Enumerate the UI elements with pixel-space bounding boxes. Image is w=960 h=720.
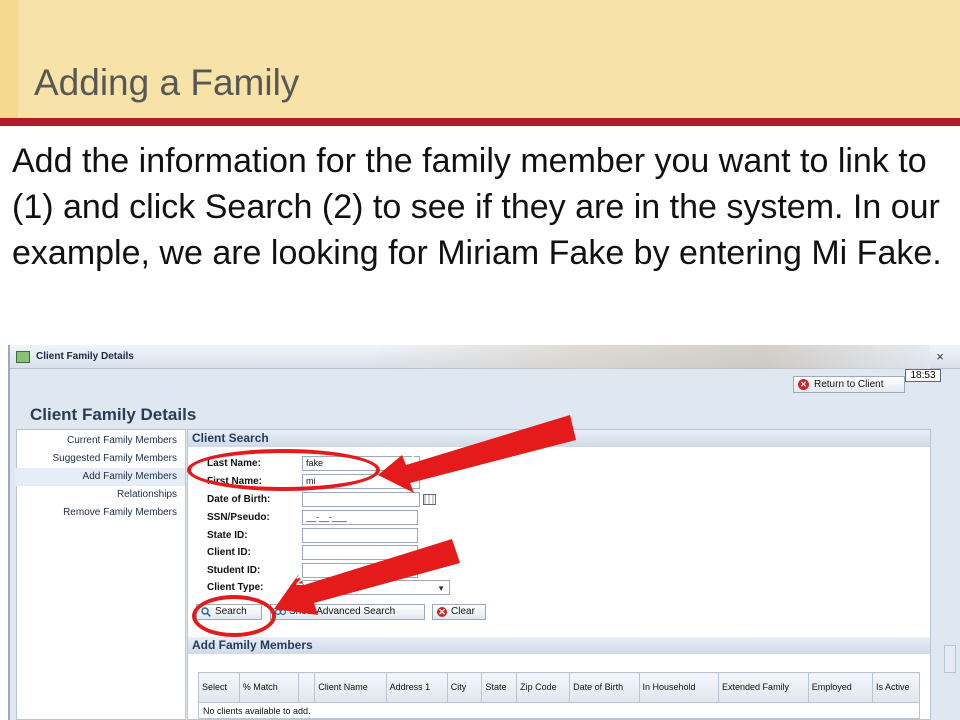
add-family-members-header: Add Family Members bbox=[188, 637, 930, 654]
return-icon: ✕ bbox=[798, 379, 809, 390]
scrollbar-handle[interactable] bbox=[944, 645, 956, 673]
sidebar-item-remove-family-members[interactable]: Remove Family Members bbox=[17, 504, 177, 522]
column-header-in-household[interactable]: In Household bbox=[638, 672, 720, 703]
calendar-icon[interactable] bbox=[423, 494, 436, 505]
state-id-label: State ID: bbox=[207, 530, 248, 541]
column-header-zip-code[interactable]: Zip Code bbox=[516, 672, 571, 703]
column-header-match[interactable]: % Match bbox=[238, 672, 299, 703]
slide-title: Adding a Family bbox=[34, 62, 300, 103]
dob-label: Date of Birth: bbox=[207, 494, 271, 505]
column-header-select[interactable]: Select bbox=[198, 672, 240, 703]
annotation-arrow-2 bbox=[274, 539, 460, 615]
page-heading: Client Family Details bbox=[30, 405, 197, 424]
column-header-blank bbox=[297, 672, 316, 703]
header-accent-strip bbox=[0, 0, 18, 118]
slide-header: Adding a Family bbox=[0, 0, 960, 118]
sidebar-item-relationships[interactable]: Relationships bbox=[17, 486, 177, 504]
column-header-extended-family[interactable]: Extended Family bbox=[718, 672, 809, 703]
return-to-client-button[interactable]: ✕ Return to Client bbox=[793, 376, 905, 393]
sidebar-item-current-family-members[interactable]: Current Family Members bbox=[17, 432, 177, 450]
callout-number-2: 2 bbox=[296, 573, 304, 588]
annotation-arrow-1 bbox=[378, 415, 576, 493]
table-header-row: Select % Match Client Name Address 1 Cit… bbox=[198, 672, 920, 703]
client-id-label: Client ID: bbox=[207, 547, 251, 558]
column-header-address[interactable]: Address 1 bbox=[385, 672, 448, 703]
ssn-label: SSN/Pseudo: bbox=[207, 512, 270, 523]
header-photo-banner bbox=[370, 345, 930, 369]
close-icon[interactable]: × bbox=[932, 349, 948, 365]
empty-table-message: No clients available to add. bbox=[198, 702, 920, 719]
client-type-label: Client Type: bbox=[207, 582, 264, 593]
table-row: No clients available to add. bbox=[198, 702, 920, 719]
return-to-client-label: Return to Client bbox=[814, 379, 884, 390]
window-titlebar: Client Family Details × bbox=[10, 345, 960, 369]
column-header-date-of-birth[interactable]: Date of Birth bbox=[569, 672, 640, 703]
student-id-label: Student ID: bbox=[207, 565, 261, 576]
column-header-client-name[interactable]: Client Name bbox=[314, 672, 387, 703]
column-header-is-active[interactable]: Is Active bbox=[872, 672, 920, 703]
window-app-icon bbox=[16, 351, 30, 363]
family-sidebar: Current Family Members Suggested Family … bbox=[15, 429, 186, 720]
column-header-city[interactable]: City bbox=[446, 672, 483, 703]
window-title: Client Family Details bbox=[36, 351, 134, 362]
callout-number-1: 1 bbox=[409, 448, 417, 463]
session-timer: 18:53 bbox=[905, 369, 941, 382]
sidebar-item-add-family-members[interactable]: Add Family Members bbox=[15, 468, 185, 486]
ssn-field[interactable]: __-__-___ bbox=[302, 510, 418, 525]
add-family-members-table: Select % Match Client Name Address 1 Cit… bbox=[198, 672, 920, 719]
header-divider bbox=[0, 118, 960, 126]
sidebar-item-suggested-family-members[interactable]: Suggested Family Members bbox=[17, 450, 178, 468]
column-header-state[interactable]: State bbox=[481, 672, 518, 703]
column-header-employed[interactable]: Employed bbox=[807, 672, 874, 703]
app-screenshot: Client Family Details × 18:53 ✕ Return t… bbox=[8, 345, 960, 720]
slide-body-text: Add the information for the family membe… bbox=[12, 142, 942, 272]
